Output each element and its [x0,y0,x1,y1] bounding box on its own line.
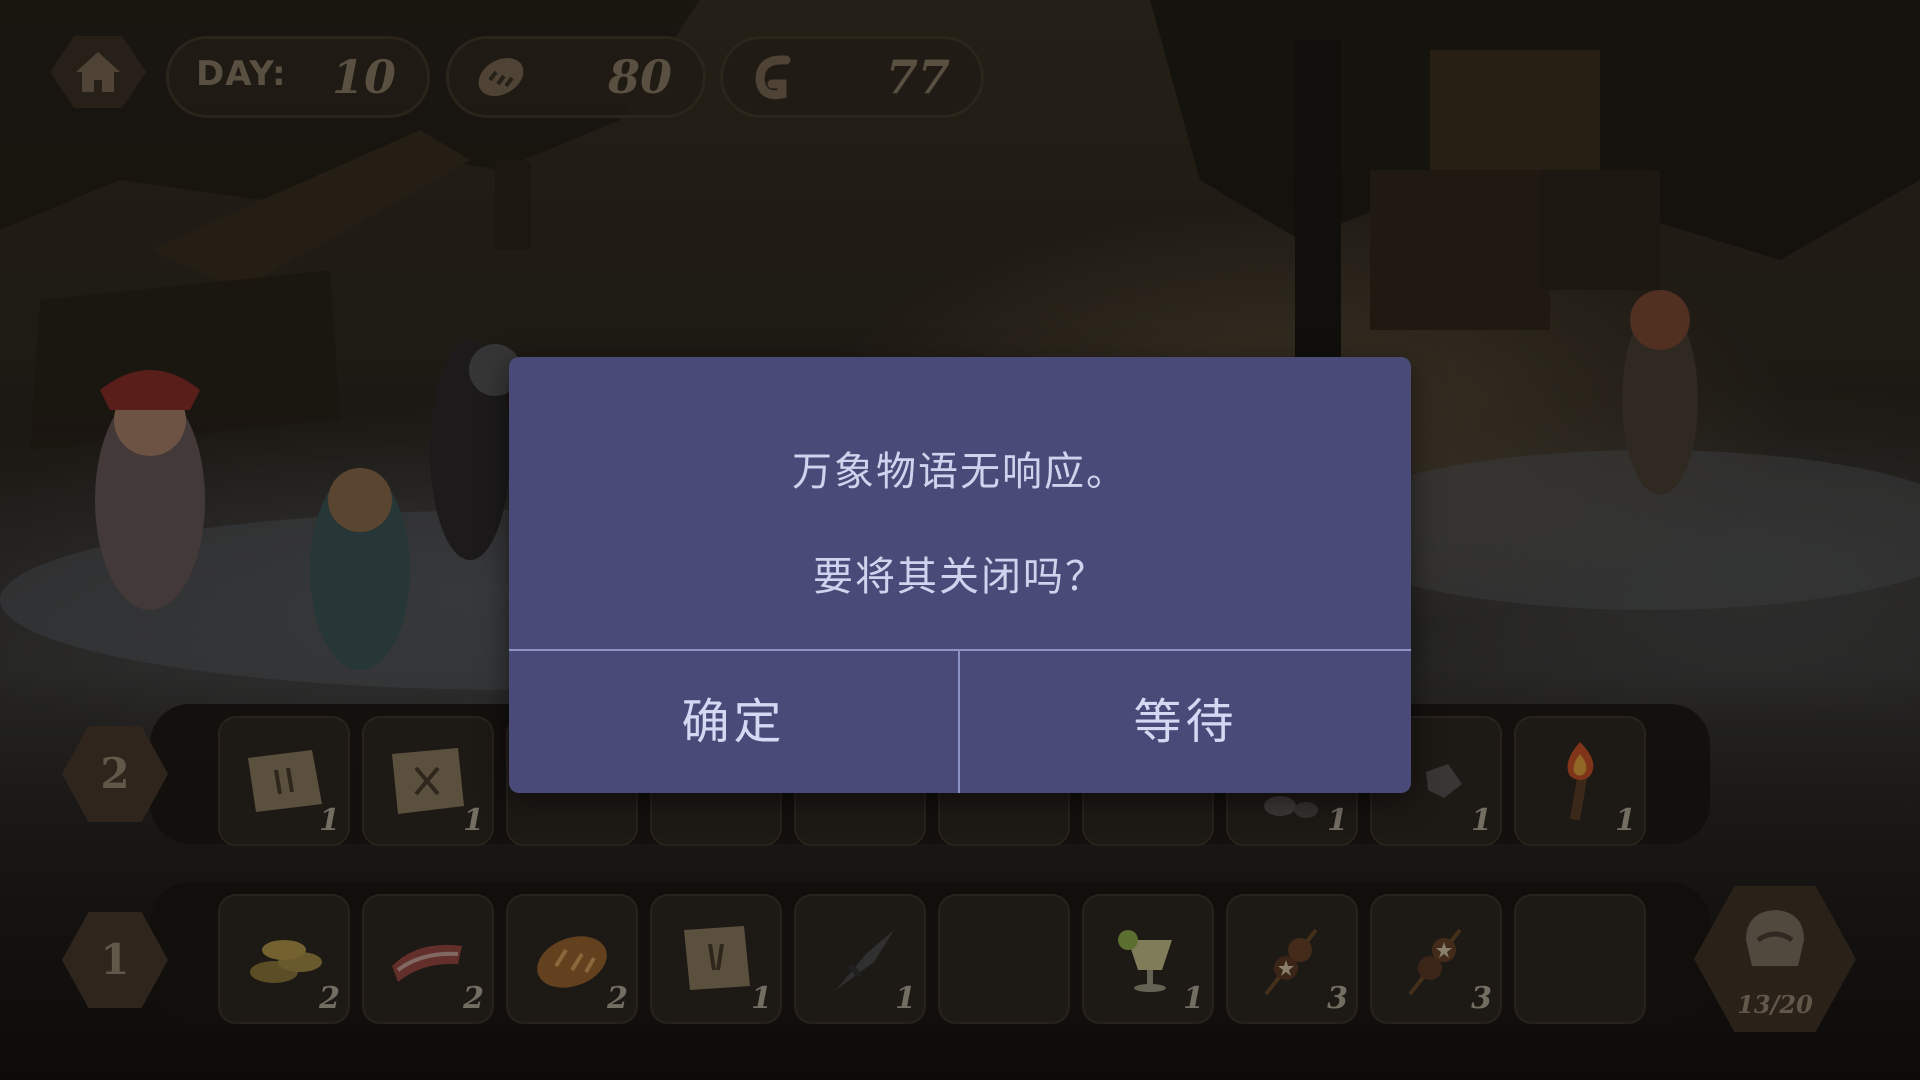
app-not-responding-dialog: 万象物语无响应。 要将其关闭吗？ 确定 等待 [509,357,1411,793]
wait-button[interactable]: 等待 [960,651,1411,793]
ok-button[interactable]: 确定 [509,651,958,793]
dialog-message: 万象物语无响应。 [792,449,1128,495]
game-screen: DAY: 10 80 77 2 1 1 1 1 1 1 2 2 2 1 1 1 … [0,0,1920,1080]
dialog-question: 要将其关闭吗？ [813,554,1107,600]
